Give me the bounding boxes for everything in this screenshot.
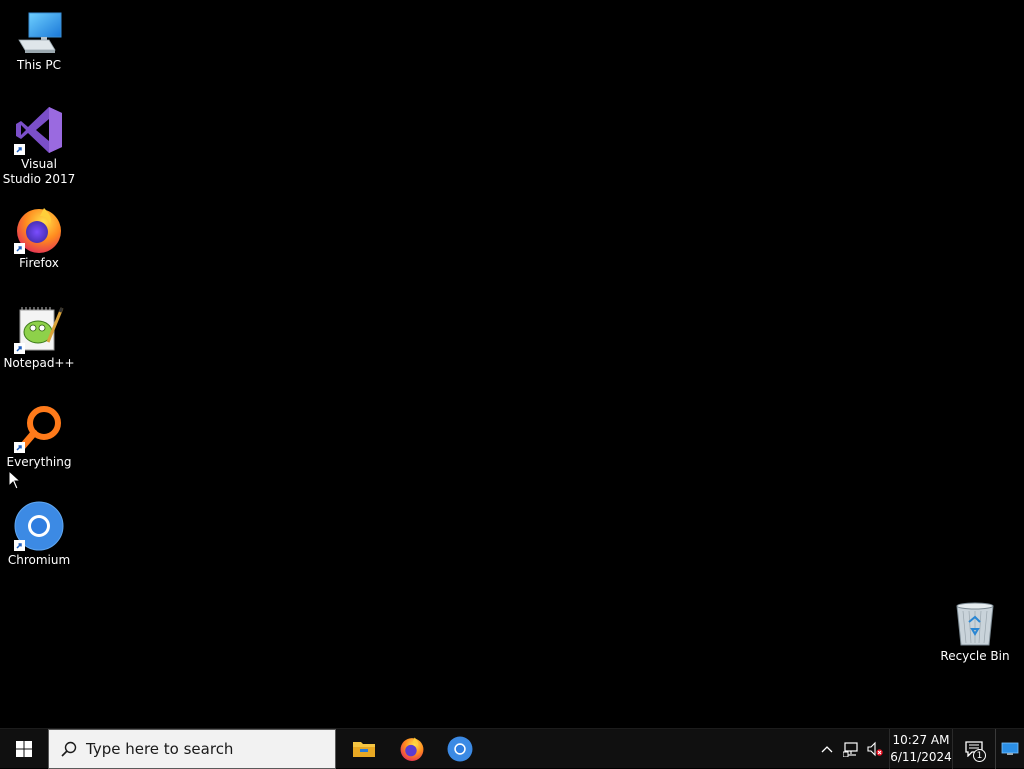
desktop-icon-label: Visual Studio 2017 [2, 157, 76, 186]
shortcut-arrow-icon [14, 343, 25, 354]
taskbar-chromium-button[interactable] [436, 729, 484, 769]
volume-muted-icon [867, 741, 883, 757]
chromium-icon [14, 501, 64, 551]
desktop-icon-recycle-bin[interactable]: Recycle Bin [937, 601, 1013, 664]
search-placeholder: Type here to search [86, 740, 234, 758]
desktop-icon-visual-studio[interactable]: Visual Studio 2017 [1, 105, 77, 187]
system-tray: 10:27 AM 6/11/2024 1 [815, 729, 1024, 769]
taskbar-clock[interactable]: 10:27 AM 6/11/2024 [889, 729, 953, 769]
clock-date: 6/11/2024 [890, 750, 952, 764]
pinned-apps [338, 729, 484, 768]
notification-count-badge: 1 [973, 749, 986, 762]
firefox-icon [400, 737, 424, 761]
volume-button[interactable] [863, 729, 887, 769]
show-hidden-icons-button[interactable] [815, 729, 839, 769]
search-icon [61, 741, 77, 757]
desktop-icon-everything[interactable]: Everything [1, 403, 77, 470]
visual-studio-icon [14, 105, 64, 155]
desktop-icon-firefox[interactable]: Firefox [1, 204, 77, 271]
desktop-icon-label: Firefox [19, 256, 59, 270]
shortcut-arrow-icon [14, 442, 25, 453]
recycle-bin-icon [953, 601, 997, 647]
desktop-preview-icon [1001, 742, 1019, 755]
chromium-icon [447, 736, 473, 762]
taskbar-spacer [484, 729, 815, 768]
clock-time: 10:27 AM [892, 733, 950, 747]
taskbar-firefox-button[interactable] [388, 729, 436, 769]
taskbar: Type here to search 10:27 AM 6/11/2024 1 [0, 728, 1024, 769]
desktop-icon-label: Everything [6, 455, 72, 469]
shortcut-arrow-icon [14, 540, 25, 551]
desktop-icon-label: Notepad++ [3, 356, 75, 370]
action-center-button[interactable]: 1 [953, 729, 995, 769]
notepadpp-icon [14, 304, 64, 354]
desktop-icon-chromium[interactable]: Chromium [1, 501, 77, 568]
taskbar-file-explorer-button[interactable] [340, 729, 388, 769]
desktop-icon-this-pc[interactable]: This PC [1, 10, 77, 73]
file-explorer-icon [353, 742, 375, 757]
shortcut-arrow-icon [14, 243, 25, 254]
desktop: This PC Visual Studio 2017 Firefox Notep… [0, 0, 1024, 728]
mouse-cursor-icon [8, 470, 20, 490]
desktop-icon-notepadpp[interactable]: Notepad++ [1, 304, 77, 371]
desktop-icon-label: Recycle Bin [940, 649, 1010, 663]
show-desktop-button[interactable] [995, 729, 1024, 769]
chevron-up-icon [821, 746, 833, 753]
desktop-icon-label: This PC [17, 58, 61, 72]
windows-logo-icon [16, 741, 32, 757]
start-button[interactable] [0, 729, 48, 769]
firefox-icon [14, 204, 64, 254]
network-button[interactable] [839, 729, 863, 769]
shortcut-arrow-icon [14, 144, 25, 155]
desktop-icon-label: Chromium [7, 553, 71, 567]
everything-search-icon [14, 403, 64, 453]
computer-icon [15, 10, 63, 56]
taskbar-search-box[interactable]: Type here to search [48, 729, 336, 769]
network-icon [843, 742, 858, 757]
